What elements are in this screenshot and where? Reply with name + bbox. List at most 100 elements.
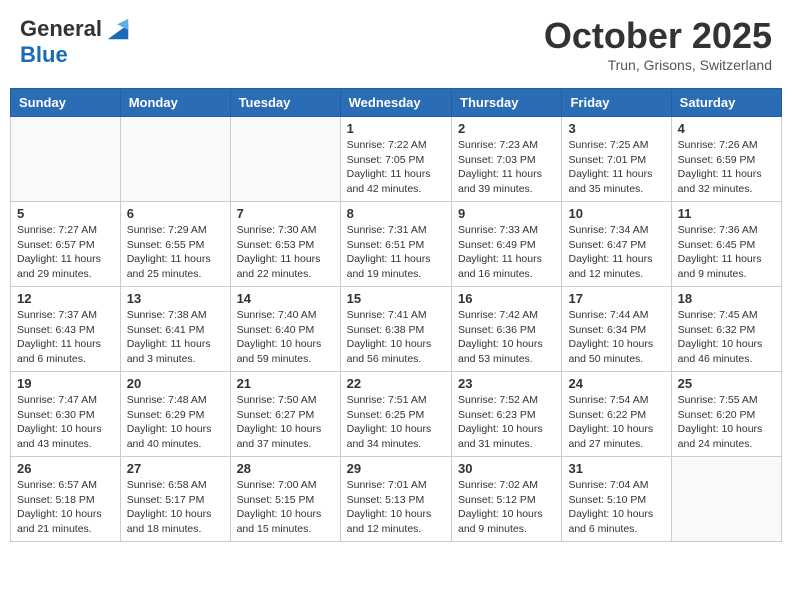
day-info: Sunrise: 7:47 AM Sunset: 6:30 PM Dayligh… [17, 393, 114, 452]
day-cell: 29Sunrise: 7:01 AM Sunset: 5:13 PM Dayli… [340, 457, 451, 542]
day-cell [671, 457, 781, 542]
day-cell: 15 Sunrise: 7:41 AM Sunset: 6:38 PM Dayli… [340, 287, 451, 372]
page-header: General Blue October 2025 Trun, Grisons,… [10, 10, 782, 78]
location: Trun, Grisons, Switzerland [544, 57, 772, 73]
day-number: 19 [17, 376, 114, 391]
day-number: 1 [347, 121, 445, 136]
day-info: Sunrise: 7:33 AM Sunset: 6:49 PM Dayligh… [458, 223, 555, 282]
day-cell: 23 Sunrise: 7:52 AM Sunset: 6:23 PM Dayli… [452, 372, 562, 457]
day-info: Sunrise: 6:57 AM Sunset: 5:18 PM Dayligh… [17, 478, 114, 537]
day-info: Sunrise: 7:48 AM Sunset: 6:29 PM Dayligh… [127, 393, 224, 452]
logo: General Blue [20, 15, 132, 67]
weekday-header-tuesday: Tuesday [230, 89, 340, 117]
day-number: 2 [458, 121, 555, 136]
day-info: Sunrise: 7:51 AM Sunset: 6:25 PM Dayligh… [347, 393, 445, 452]
day-cell: 4 Sunrise: 7:26 AM Sunset: 6:59 PM Daylig… [671, 117, 781, 202]
logo-general: General [20, 17, 102, 41]
day-number: 30 [458, 461, 555, 476]
day-number: 10 [568, 206, 664, 221]
day-cell: 27Sunrise: 6:58 AM Sunset: 5:17 PM Dayli… [120, 457, 230, 542]
day-number: 9 [458, 206, 555, 221]
day-cell: 5 Sunrise: 7:27 AM Sunset: 6:57 PM Daylig… [11, 202, 121, 287]
day-info: Sunrise: 7:00 AM Sunset: 5:15 PM Dayligh… [237, 478, 334, 537]
day-cell: 28Sunrise: 7:00 AM Sunset: 5:15 PM Dayli… [230, 457, 340, 542]
day-cell [11, 117, 121, 202]
title-block: October 2025 Trun, Grisons, Switzerland [544, 15, 772, 73]
month-title: October 2025 [544, 15, 772, 57]
day-number: 7 [237, 206, 334, 221]
week-row-2: 5 Sunrise: 7:27 AM Sunset: 6:57 PM Daylig… [11, 202, 782, 287]
day-cell: 16Sunrise: 7:42 AM Sunset: 6:36 PM Dayli… [452, 287, 562, 372]
day-info: Sunrise: 7:02 AM Sunset: 5:12 PM Dayligh… [458, 478, 555, 537]
week-row-1: 1Sunrise: 7:22 AM Sunset: 7:05 PM Daylig… [11, 117, 782, 202]
weekday-header-saturday: Saturday [671, 89, 781, 117]
day-info: Sunrise: 7:36 AM Sunset: 6:45 PM Dayligh… [678, 223, 775, 282]
day-cell: 31Sunrise: 7:04 AM Sunset: 5:10 PM Dayli… [562, 457, 671, 542]
calendar-table: SundayMondayTuesdayWednesdayThursdayFrid… [10, 88, 782, 542]
day-cell: 24Sunrise: 7:54 AM Sunset: 6:22 PM Dayli… [562, 372, 671, 457]
day-cell: 22 Sunrise: 7:51 AM Sunset: 6:25 PM Dayli… [340, 372, 451, 457]
day-number: 18 [678, 291, 775, 306]
day-info: Sunrise: 7:26 AM Sunset: 6:59 PM Dayligh… [678, 138, 775, 197]
day-info: Sunrise: 7:29 AM Sunset: 6:55 PM Dayligh… [127, 223, 224, 282]
day-number: 14 [237, 291, 334, 306]
day-info: Sunrise: 7:40 AM Sunset: 6:40 PM Dayligh… [237, 308, 334, 367]
day-cell: 12 Sunrise: 7:37 AM Sunset: 6:43 PM Dayli… [11, 287, 121, 372]
day-cell: 19 Sunrise: 7:47 AM Sunset: 6:30 PM Dayli… [11, 372, 121, 457]
day-number: 3 [568, 121, 664, 136]
day-cell: 18 Sunrise: 7:45 AM Sunset: 6:32 PM Dayli… [671, 287, 781, 372]
day-info: Sunrise: 7:52 AM Sunset: 6:23 PM Dayligh… [458, 393, 555, 452]
day-cell: 26 Sunrise: 6:57 AM Sunset: 5:18 PM Dayli… [11, 457, 121, 542]
day-cell: 25 Sunrise: 7:55 AM Sunset: 6:20 PM Dayli… [671, 372, 781, 457]
day-cell: 7 Sunrise: 7:30 AM Sunset: 6:53 PM Daylig… [230, 202, 340, 287]
day-number: 21 [237, 376, 334, 391]
weekday-header-monday: Monday [120, 89, 230, 117]
day-cell [230, 117, 340, 202]
weekday-header-sunday: Sunday [11, 89, 121, 117]
day-info: Sunrise: 7:37 AM Sunset: 6:43 PM Dayligh… [17, 308, 114, 367]
day-info: Sunrise: 7:27 AM Sunset: 6:57 PM Dayligh… [17, 223, 114, 282]
day-number: 23 [458, 376, 555, 391]
day-info: Sunrise: 7:45 AM Sunset: 6:32 PM Dayligh… [678, 308, 775, 367]
day-cell: 2 Sunrise: 7:23 AM Sunset: 7:03 PM Daylig… [452, 117, 562, 202]
day-number: 11 [678, 206, 775, 221]
day-number: 22 [347, 376, 445, 391]
day-info: Sunrise: 7:34 AM Sunset: 6:47 PM Dayligh… [568, 223, 664, 282]
week-row-4: 19 Sunrise: 7:47 AM Sunset: 6:30 PM Dayli… [11, 372, 782, 457]
weekday-header-row: SundayMondayTuesdayWednesdayThursdayFrid… [11, 89, 782, 117]
day-number: 17 [568, 291, 664, 306]
day-number: 5 [17, 206, 114, 221]
weekday-header-thursday: Thursday [452, 89, 562, 117]
day-number: 12 [17, 291, 114, 306]
day-cell: 11 Sunrise: 7:36 AM Sunset: 6:45 PM Dayli… [671, 202, 781, 287]
day-info: Sunrise: 7:44 AM Sunset: 6:34 PM Dayligh… [568, 308, 664, 367]
week-row-5: 26 Sunrise: 6:57 AM Sunset: 5:18 PM Dayli… [11, 457, 782, 542]
day-info: Sunrise: 7:55 AM Sunset: 6:20 PM Dayligh… [678, 393, 775, 452]
day-number: 8 [347, 206, 445, 221]
day-number: 4 [678, 121, 775, 136]
day-info: Sunrise: 7:41 AM Sunset: 6:38 PM Dayligh… [347, 308, 445, 367]
day-number: 25 [678, 376, 775, 391]
day-cell: 21Sunrise: 7:50 AM Sunset: 6:27 PM Dayli… [230, 372, 340, 457]
day-info: Sunrise: 7:23 AM Sunset: 7:03 PM Dayligh… [458, 138, 555, 197]
day-number: 13 [127, 291, 224, 306]
day-info: Sunrise: 7:31 AM Sunset: 6:51 PM Dayligh… [347, 223, 445, 282]
day-cell: 14 Sunrise: 7:40 AM Sunset: 6:40 PM Dayli… [230, 287, 340, 372]
day-number: 27 [127, 461, 224, 476]
logo-icon [104, 15, 132, 43]
day-info: Sunrise: 7:38 AM Sunset: 6:41 PM Dayligh… [127, 308, 224, 367]
day-cell: 30 Sunrise: 7:02 AM Sunset: 5:12 PM Dayli… [452, 457, 562, 542]
day-number: 29 [347, 461, 445, 476]
day-info: Sunrise: 7:25 AM Sunset: 7:01 PM Dayligh… [568, 138, 664, 197]
day-cell: 10 Sunrise: 7:34 AM Sunset: 6:47 PM Dayli… [562, 202, 671, 287]
weekday-header-wednesday: Wednesday [340, 89, 451, 117]
day-number: 26 [17, 461, 114, 476]
day-info: Sunrise: 7:30 AM Sunset: 6:53 PM Dayligh… [237, 223, 334, 282]
day-number: 20 [127, 376, 224, 391]
day-number: 6 [127, 206, 224, 221]
day-cell: 13 Sunrise: 7:38 AM Sunset: 6:41 PM Dayli… [120, 287, 230, 372]
day-number: 15 [347, 291, 445, 306]
day-cell: 6 Sunrise: 7:29 AM Sunset: 6:55 PM Daylig… [120, 202, 230, 287]
day-cell: 3 Sunrise: 7:25 AM Sunset: 7:01 PM Daylig… [562, 117, 671, 202]
logo-blue: Blue [20, 43, 132, 67]
